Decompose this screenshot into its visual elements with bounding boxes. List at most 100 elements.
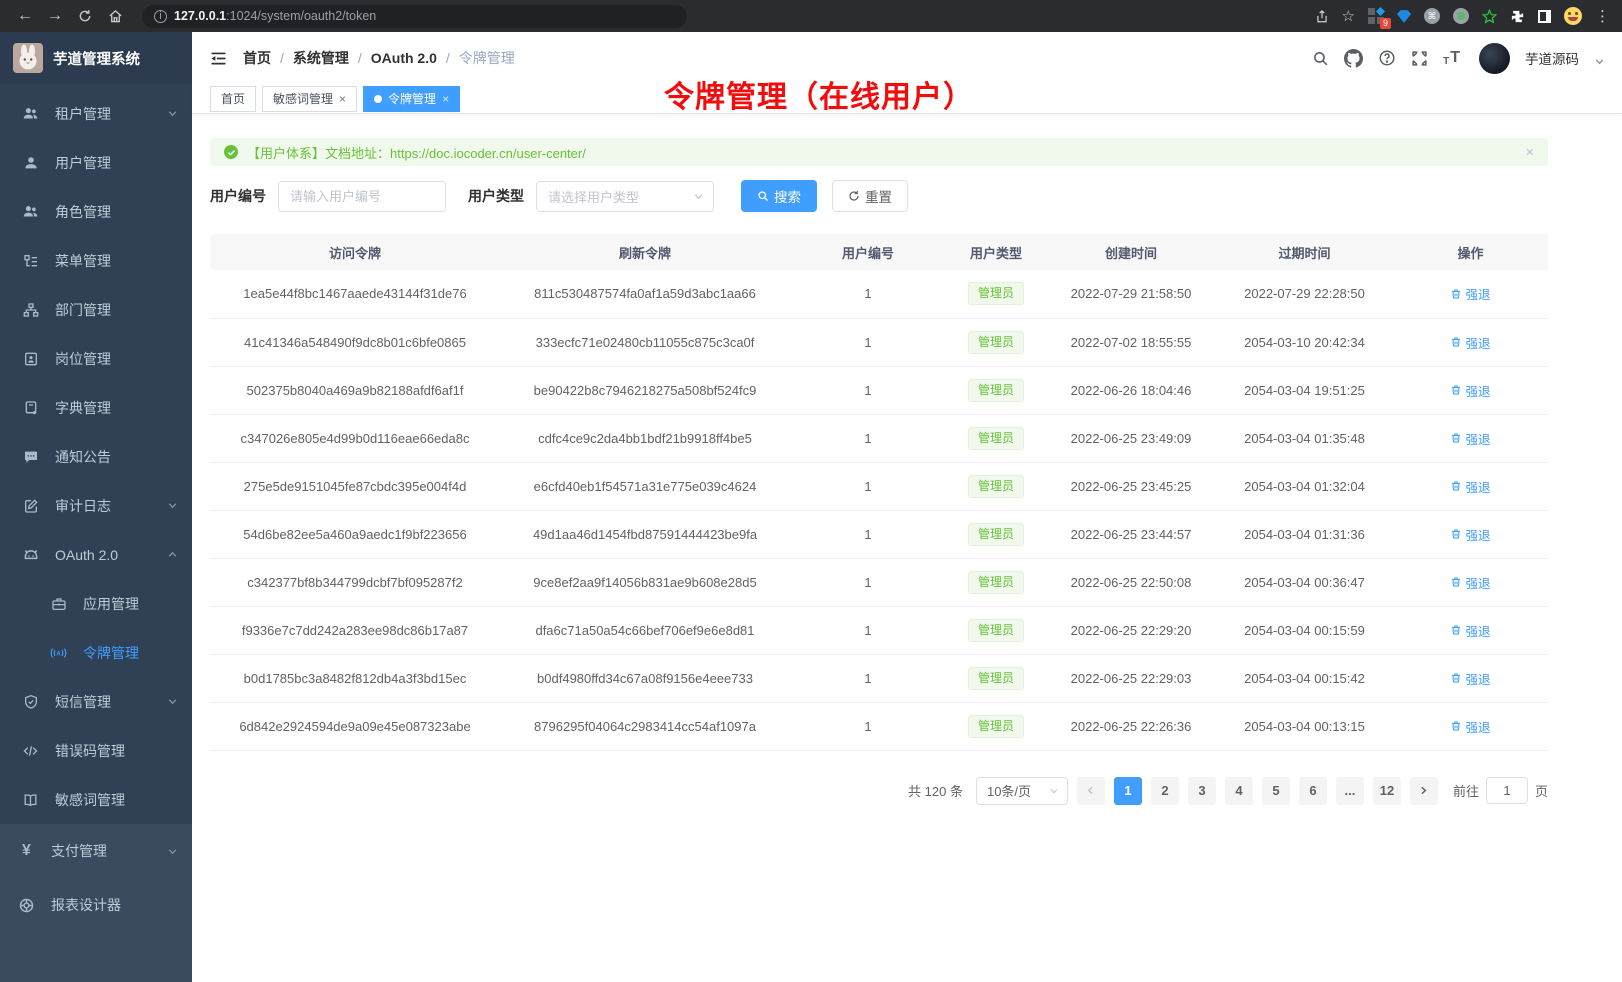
tab-close-icon[interactable]: × bbox=[339, 92, 346, 106]
page-button-2[interactable]: 2 bbox=[1151, 777, 1179, 805]
page-button-4[interactable]: 4 bbox=[1225, 777, 1253, 805]
sidebar-item-menu[interactable]: 菜单管理 bbox=[0, 236, 192, 285]
force-logout-button[interactable]: 强退 bbox=[1450, 525, 1490, 544]
extension-command-icon[interactable]: ⌘ bbox=[1424, 8, 1440, 24]
sidebar-fold-icon[interactable] bbox=[209, 49, 228, 68]
sidebar-item-error-code[interactable]: 错误码管理 bbox=[0, 726, 192, 775]
extension-grid-icon[interactable]: 9 bbox=[1368, 8, 1384, 24]
prev-page-button[interactable] bbox=[1077, 777, 1105, 805]
created-time-cell: 2022-06-25 22:26:36 bbox=[1046, 702, 1216, 750]
browser-reload-icon[interactable] bbox=[72, 4, 98, 28]
font-size-icon[interactable]: TT bbox=[1443, 49, 1460, 67]
sidebar-item-pay[interactable]: ¥支付管理 bbox=[0, 824, 192, 878]
fullscreen-icon[interactable] bbox=[1411, 50, 1428, 67]
breadcrumb-item[interactable]: 系统管理 bbox=[293, 48, 349, 68]
sidebar-item-oauth2[interactable]: OAuth 2.0 bbox=[0, 530, 192, 579]
page-button-1[interactable]: 1 bbox=[1114, 777, 1142, 805]
access-token-cell: 1ea5e44f8bc1467aaede43144f31de76 bbox=[210, 270, 500, 318]
action-cell: 强退 bbox=[1393, 606, 1548, 654]
alert-text: 【用户体系】文档地址：https://doc.iocoder.cn/user-c… bbox=[247, 143, 586, 162]
sidebar-item-label: 敏感词管理 bbox=[55, 790, 125, 810]
profile-avatar-icon[interactable] bbox=[1564, 7, 1582, 25]
sidebar-item-dept[interactable]: 部门管理 bbox=[0, 285, 192, 334]
page-button-12[interactable]: 12 bbox=[1373, 777, 1401, 805]
sidebar-toggle-icon[interactable] bbox=[1538, 10, 1551, 23]
alert-close-icon[interactable]: × bbox=[1525, 144, 1534, 161]
force-logout-button[interactable]: 强退 bbox=[1450, 477, 1490, 496]
sidebar-item-report-designer[interactable]: 报表设计器 bbox=[0, 878, 192, 932]
expire-time-cell: 2054-03-04 00:36:47 bbox=[1216, 558, 1393, 606]
page-button-6[interactable]: 6 bbox=[1299, 777, 1327, 805]
chevron-down-icon bbox=[1049, 786, 1059, 796]
app-logo[interactable]: 芋道管理系统 bbox=[0, 32, 192, 84]
extensions-puzzle-icon[interactable] bbox=[1510, 9, 1525, 24]
sidebar-item-dict[interactable]: 字典管理 bbox=[0, 383, 192, 432]
refresh-token-cell: 8796295f04064c2983414cc54af1097a bbox=[500, 702, 790, 750]
extension-record-icon[interactable] bbox=[1453, 8, 1469, 24]
tab-敏感词管理[interactable]: 敏感词管理× bbox=[262, 86, 357, 112]
access-token-cell: 502375b8040a469a9b82188afdf6af1f bbox=[210, 366, 500, 414]
sidebar-item-user[interactable]: 用户管理 bbox=[0, 138, 192, 187]
user-type-select[interactable]: 请选择用户类型 bbox=[536, 181, 714, 212]
goto-unit: 页 bbox=[1535, 781, 1548, 800]
user-icon bbox=[21, 155, 40, 171]
sidebar-item-role[interactable]: 角色管理 bbox=[0, 187, 192, 236]
column-header: 刷新令牌 bbox=[500, 234, 790, 270]
github-icon[interactable] bbox=[1344, 49, 1363, 68]
search-icon[interactable] bbox=[1312, 50, 1329, 67]
refresh-icon bbox=[848, 190, 860, 202]
user-id-input[interactable] bbox=[278, 181, 446, 212]
force-logout-button[interactable]: 强退 bbox=[1450, 621, 1490, 640]
user-type-badge: 管理员 bbox=[968, 379, 1024, 402]
reset-button[interactable]: 重置 bbox=[832, 180, 908, 212]
browser-menu-icon[interactable]: ⋮ bbox=[1595, 7, 1610, 25]
force-logout-button[interactable]: 强退 bbox=[1450, 284, 1490, 303]
sidebar-item-post[interactable]: 岗位管理 bbox=[0, 334, 192, 383]
tab-首页[interactable]: 首页 bbox=[210, 86, 256, 112]
force-logout-button[interactable]: 强退 bbox=[1450, 333, 1490, 352]
browser-chrome: ← → i 127.0.0.1:1024/system/oauth2/token… bbox=[0, 0, 1622, 32]
page-size-select[interactable]: 10条/页 bbox=[976, 777, 1068, 805]
breadcrumb-item[interactable]: OAuth 2.0 bbox=[371, 50, 437, 66]
action-cell: 强退 bbox=[1393, 654, 1548, 702]
site-info-icon[interactable]: i bbox=[154, 10, 167, 23]
page-button-5[interactable]: 5 bbox=[1262, 777, 1290, 805]
breadcrumb-item: 令牌管理 bbox=[459, 48, 515, 68]
more-pages-button[interactable]: ... bbox=[1336, 777, 1364, 805]
user-id-cell: 1 bbox=[790, 270, 946, 318]
created-time-cell: 2022-06-25 23:49:09 bbox=[1046, 414, 1216, 462]
help-icon[interactable] bbox=[1378, 49, 1396, 67]
next-page-button[interactable] bbox=[1410, 777, 1438, 805]
sidebar-item-app[interactable]: 应用管理 bbox=[0, 579, 192, 628]
user-id-cell: 1 bbox=[790, 702, 946, 750]
browser-forward-icon[interactable]: → bbox=[42, 4, 68, 28]
force-logout-button[interactable]: 强退 bbox=[1450, 717, 1490, 736]
address-bar[interactable]: i 127.0.0.1:1024/system/oauth2/token bbox=[142, 5, 687, 28]
extension-gem-icon[interactable] bbox=[1397, 10, 1411, 23]
bookmark-star-icon[interactable]: ☆ bbox=[1342, 7, 1355, 25]
share-icon[interactable] bbox=[1315, 9, 1329, 24]
sidebar-item-tenant[interactable]: 租户管理 bbox=[0, 89, 192, 138]
user-avatar[interactable] bbox=[1479, 43, 1510, 74]
user-menu-caret-icon[interactable] bbox=[1594, 56, 1605, 67]
tab-令牌管理[interactable]: 令牌管理× bbox=[363, 86, 460, 112]
tab-close-icon[interactable]: × bbox=[442, 92, 449, 106]
force-logout-button[interactable]: 强退 bbox=[1450, 573, 1490, 592]
alert-link[interactable]: https://doc.iocoder.cn/user-center/ bbox=[390, 146, 586, 161]
sidebar-item-sms[interactable]: 短信管理 bbox=[0, 677, 192, 726]
force-logout-button[interactable]: 强退 bbox=[1450, 429, 1490, 448]
sidebar-item-token[interactable]: A令牌管理 bbox=[0, 628, 192, 677]
search-button[interactable]: 搜索 bbox=[741, 180, 817, 212]
page-button-3[interactable]: 3 bbox=[1188, 777, 1216, 805]
sidebar-item-notice[interactable]: 通知公告 bbox=[0, 432, 192, 481]
breadcrumb-item[interactable]: 首页 bbox=[243, 48, 271, 68]
username[interactable]: 芋道源码 bbox=[1525, 48, 1579, 68]
browser-home-icon[interactable] bbox=[102, 4, 128, 28]
extension-star-icon[interactable] bbox=[1482, 9, 1497, 24]
force-logout-button[interactable]: 强退 bbox=[1450, 381, 1490, 400]
sidebar-item-audit-log[interactable]: 审计日志 bbox=[0, 481, 192, 530]
force-logout-button[interactable]: 强退 bbox=[1450, 669, 1490, 688]
goto-page-input[interactable] bbox=[1486, 777, 1528, 804]
sidebar-item-sensitive-word[interactable]: 敏感词管理 bbox=[0, 775, 192, 824]
browser-back-icon[interactable]: ← bbox=[12, 4, 38, 28]
